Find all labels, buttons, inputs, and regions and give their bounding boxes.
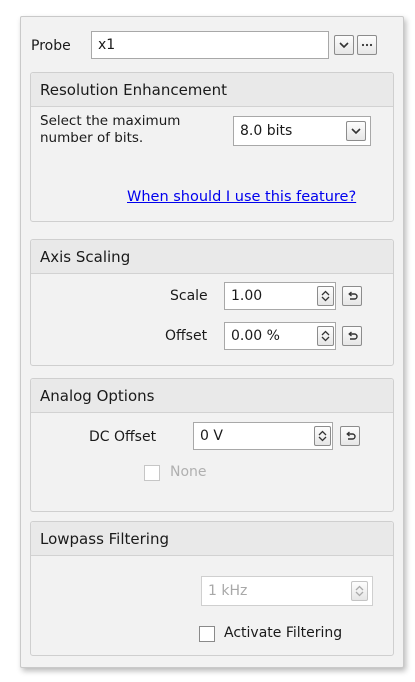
chevron-down-icon [339, 41, 349, 48]
lowpass-filtering-title: Lowpass Filtering [31, 522, 393, 556]
dc-offset-reset-button[interactable] [340, 426, 360, 446]
lowpass-filtering-group: Lowpass Filtering 1 kHz Activate Filteri… [30, 521, 394, 656]
spinner-arrows-icon [318, 430, 327, 442]
scale-value: 1.00 [231, 288, 263, 304]
resolution-enhancement-group: Resolution Enhancement Select the maximu… [30, 72, 394, 222]
offset-label: Offset [165, 328, 208, 344]
dc-offset-spinner[interactable] [314, 426, 331, 446]
dc-offset-value: 0 V [200, 428, 223, 444]
none-checkbox[interactable] [144, 465, 160, 481]
spinner-arrows-icon [321, 290, 330, 302]
dc-offset-label: DC Offset [89, 429, 157, 445]
properties-panel: Probe x1 Resolution Enhancement Select t… [20, 16, 404, 668]
spinner-arrows-icon [355, 585, 364, 597]
scale-label: Scale [170, 288, 208, 304]
probe-label: Probe [31, 38, 71, 54]
ellipsis-icon [361, 43, 373, 47]
spinner-arrows-icon [321, 330, 330, 342]
reset-icon [345, 431, 356, 440]
activate-filtering-checkbox[interactable] [199, 626, 215, 642]
none-label: None [170, 464, 207, 480]
bits-dropdown-button[interactable] [346, 121, 366, 141]
offset-reset-button[interactable] [342, 326, 362, 346]
axis-scaling-group: Axis Scaling Scale 1.00 Offset 0.00 % [30, 239, 394, 366]
help-link[interactable]: When should I use this feature? [127, 189, 356, 205]
axis-scaling-title: Axis Scaling [31, 240, 393, 274]
probe-select[interactable]: x1 [91, 31, 329, 59]
scale-spinner[interactable] [317, 286, 334, 306]
dc-offset-input[interactable]: 0 V [193, 422, 333, 450]
probe-dropdown-button[interactable] [334, 35, 354, 55]
offset-value: 0.00 % [231, 328, 280, 344]
scale-reset-button[interactable] [342, 286, 362, 306]
frequency-input[interactable]: 1 kHz [201, 576, 373, 606]
analog-options-title: Analog Options [31, 379, 393, 413]
probe-value: x1 [98, 37, 116, 53]
chevron-down-icon [351, 127, 361, 134]
resolution-description: Select the maximum number of bits. [40, 113, 181, 146]
frequency-value: 1 kHz [208, 583, 248, 599]
probe-more-button[interactable] [357, 35, 377, 55]
reset-icon [347, 291, 358, 300]
frequency-spinner[interactable] [351, 581, 368, 601]
analog-options-group: Analog Options DC Offset 0 V None [30, 378, 394, 512]
reset-icon [347, 331, 358, 340]
bits-value: 8.0 bits [240, 123, 293, 139]
activate-filtering-label: Activate Filtering [224, 625, 343, 641]
resolution-enhancement-title: Resolution Enhancement [31, 73, 393, 107]
offset-spinner[interactable] [317, 326, 334, 346]
